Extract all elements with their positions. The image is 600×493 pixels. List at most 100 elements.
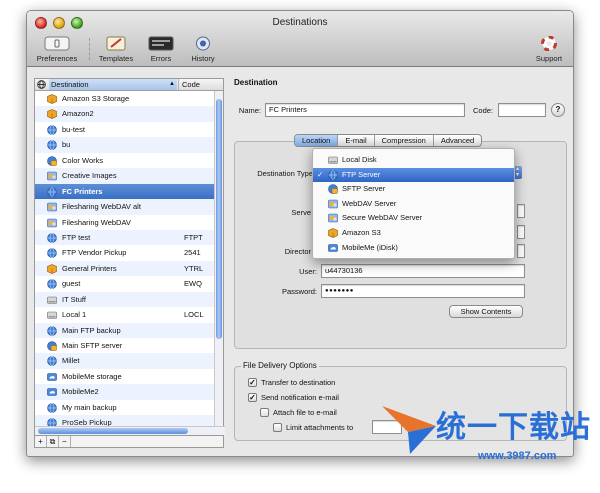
destination-section-title: Destination [234, 78, 278, 87]
list-item[interactable]: Local 1 LOCL [35, 307, 215, 322]
list-header: Destination ▲ Code [35, 79, 223, 91]
menu-item-ftp-server[interactable]: ✓ FTP Server [313, 167, 514, 183]
add-destination-button[interactable]: + [35, 436, 47, 447]
limit-checkbox[interactable] [273, 423, 282, 432]
list-item[interactable]: IT Stuff [35, 291, 215, 308]
toolbar-preferences[interactable]: Preferences [33, 36, 81, 63]
menu-item-mobileme-idisk[interactable]: MobileMe (iDisk) [313, 241, 514, 256]
amazon-box-icon [47, 94, 57, 104]
menu-item-local-disk[interactable]: Local Disk [313, 153, 514, 168]
paper-plane-icon [382, 406, 436, 454]
preferences-label: Preferences [36, 54, 78, 63]
templates-label: Templates [98, 54, 134, 63]
preferences-icon [43, 36, 71, 52]
server-field[interactable] [517, 204, 525, 218]
list-item[interactable]: bu [35, 137, 215, 153]
list-item[interactable]: Main SFTP server [35, 338, 215, 353]
show-contents-button[interactable]: Show Contents [449, 305, 523, 318]
list-item[interactable]: Millet [35, 353, 215, 369]
list-item[interactable]: Amazon2 [35, 106, 215, 122]
help-button[interactable]: ? [551, 103, 565, 117]
vertical-scrollbar[interactable] [214, 91, 223, 427]
globe-icon [47, 279, 57, 290]
globe-icon [47, 325, 57, 336]
menu-item-label: SFTP Server [342, 184, 386, 194]
tab-email[interactable]: E-mail [338, 135, 375, 146]
menu-item-amazon-s3[interactable]: Amazon S3 [313, 226, 514, 241]
webdav-icon [47, 171, 57, 181]
menu-item-sftp-server[interactable]: SFTP Server [313, 182, 514, 197]
list-item-label: Amazon S3 Storage [62, 94, 130, 103]
horizontal-scrollbar[interactable] [35, 426, 225, 435]
destination-type-menu[interactable]: Local Disk ✓ FTP Server SFTP Server WebDAV S… [312, 148, 515, 259]
list-item[interactable]: FTP test FTPT [35, 229, 215, 246]
mobileme-icon [47, 387, 57, 397]
menu-item-label: FTP Server [342, 169, 381, 179]
list-rows: Amazon S3 Storage Amazon2 bu-test bu Color W… [35, 91, 215, 427]
remove-destination-button[interactable]: − [59, 436, 71, 447]
webdav-icon [328, 199, 338, 209]
toolbar-support[interactable]: Support [529, 36, 569, 63]
menu-item-webdav-server[interactable]: WebDAV Server [313, 197, 514, 212]
list-item[interactable]: bu-test [35, 122, 215, 137]
list-item[interactable]: FC Printers [35, 183, 215, 200]
attach-label: Attach file to e-mail [273, 408, 337, 417]
vertical-scroll-thumb[interactable] [216, 99, 222, 339]
list-item[interactable]: Creative Images [35, 168, 215, 184]
list-item[interactable]: Filesharing WebDAV alt [35, 199, 215, 215]
menu-item-secure-webdav-server[interactable]: Secure WebDAV Server [313, 211, 514, 226]
list-item[interactable]: guest EWQ [35, 276, 215, 291]
attach-checkbox[interactable] [260, 408, 269, 417]
list-item[interactable]: MobileMe storage [35, 369, 215, 384]
menu-item-label: Amazon S3 [342, 228, 381, 237]
notify-label: Send notification e-mail [261, 393, 339, 402]
duplicate-destination-button[interactable]: ⧉ [47, 436, 59, 447]
tab-location[interactable]: Location [295, 135, 339, 146]
history-icon [189, 36, 217, 52]
column-header-destination[interactable]: Destination ▲ [49, 79, 177, 90]
destinations-window: Destinations Preferences Templates Error… [26, 10, 574, 457]
list-item-label: FTP Vendor Pickup [62, 248, 127, 258]
globe-icon [47, 356, 57, 367]
lifebuoy-icon [535, 36, 563, 52]
list-item[interactable]: Color Works [35, 153, 215, 168]
list-item[interactable]: Filesharing WebDAV [35, 215, 215, 230]
directory-field[interactable] [517, 244, 525, 258]
list-item[interactable]: MobileMe2 [35, 384, 215, 400]
list-item-label: Amazon2 [62, 109, 94, 119]
webdav-icon [47, 218, 57, 228]
toolbar-templates[interactable]: Templates [94, 36, 138, 63]
name-label: Name: [238, 106, 261, 115]
globe-icon [47, 233, 57, 243]
password-field[interactable]: ●●●●●●● [321, 284, 525, 298]
globe-share-icon [47, 155, 57, 166]
menu-item-label: WebDAV Server [342, 198, 397, 208]
globe-share-icon [47, 341, 57, 351]
name-field[interactable]: FC Printers [265, 103, 465, 117]
list-item-code: EWQ [184, 279, 202, 289]
list-item[interactable]: Main FTP backup [35, 322, 215, 338]
code-field[interactable] [498, 103, 546, 117]
column-header-code[interactable]: Code [178, 79, 216, 90]
globe-icon [47, 248, 57, 259]
list-item[interactable]: General Printers YTRL [35, 260, 215, 277]
destinations-list[interactable]: Destination ▲ Code Amazon S3 Storage Amaz… [34, 78, 225, 436]
toolbar-history[interactable]: History [185, 36, 221, 63]
password-label: Password: [281, 287, 317, 296]
list-item-code: 2541 [184, 248, 201, 258]
horizontal-scroll-thumb[interactable] [38, 428, 188, 434]
list-item-label: FC Printers [62, 186, 103, 196]
transfer-checkbox[interactable]: ✓ [248, 378, 257, 387]
list-item[interactable]: My main backup [35, 400, 215, 415]
notify-checkbox[interactable]: ✓ [248, 393, 257, 402]
user-field[interactable]: u44730136 [321, 264, 525, 278]
port-field[interactable] [517, 225, 525, 239]
list-item[interactable]: Amazon S3 Storage [35, 91, 215, 106]
list-button-bar: + ⧉ − [34, 436, 224, 448]
tab-compression[interactable]: Compression [375, 135, 434, 146]
tab-advanced[interactable]: Advanced [434, 135, 481, 146]
toolbar-errors[interactable]: Errors [143, 36, 179, 63]
menu-item-label: MobileMe (iDisk) [342, 242, 398, 252]
list-item[interactable]: FTP Vendor Pickup 2541 [35, 245, 215, 260]
disk-icon [47, 295, 57, 305]
